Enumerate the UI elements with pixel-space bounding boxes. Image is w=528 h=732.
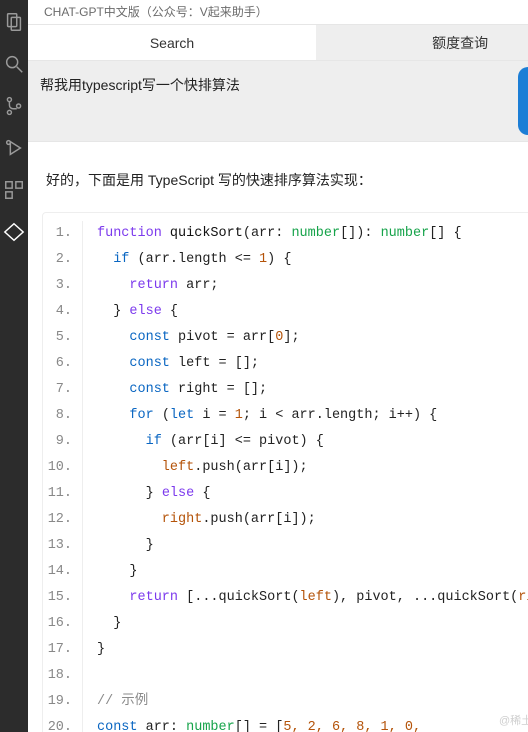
tab-quota[interactable]: 额度查询	[316, 25, 528, 60]
answer-area: 好的，下面是用 TypeScript 写的快速排序算法实现： ≡ 复制 1.fu…	[28, 142, 528, 732]
stop-button[interactable]: Stop	[518, 67, 528, 135]
prompt-text[interactable]: 帮我用typescript写一个快排算法	[28, 67, 518, 135]
panel-title: CHAT-GPT中文版（公众号：V起来助手）	[28, 0, 528, 24]
code-lines: 1.function quickSort(arr: number[]): num…	[43, 221, 528, 732]
explorer-icon[interactable]	[0, 8, 28, 36]
prompt-row: 帮我用typescript写一个快排算法 Stop ▼	[28, 60, 528, 142]
extensions-icon[interactable]	[0, 176, 28, 204]
activity-bar	[0, 0, 28, 732]
run-debug-icon[interactable]	[0, 134, 28, 162]
source-control-icon[interactable]	[0, 92, 28, 120]
tabs: Search 额度查询	[28, 24, 528, 60]
watermark: @稀土掘金技术社区	[499, 712, 528, 728]
main-panel: CHAT-GPT中文版（公众号：V起来助手） Search 额度查询 帮我用ty…	[28, 0, 528, 732]
tab-search[interactable]: Search	[28, 25, 316, 60]
chat-icon[interactable]	[0, 218, 28, 246]
answer-intro: 好的，下面是用 TypeScript 写的快速排序算法实现：	[42, 170, 528, 190]
code-block: ≡ 复制 1.function quickSort(arr: number[])…	[42, 212, 528, 732]
search-icon[interactable]	[0, 50, 28, 78]
